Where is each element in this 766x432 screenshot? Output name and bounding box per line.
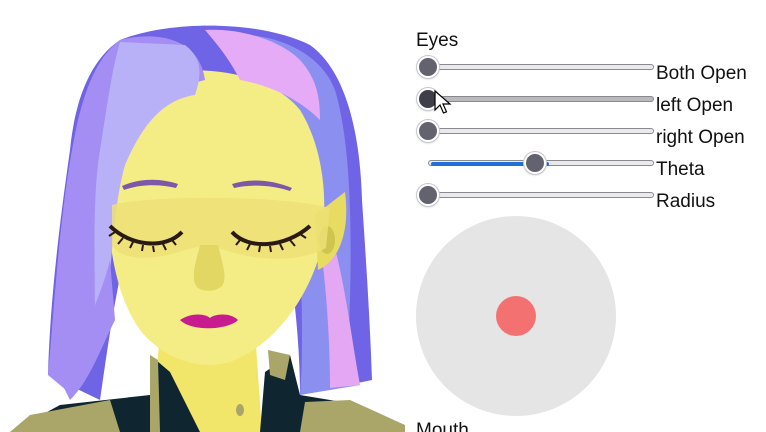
slider-radius[interactable]: Radius [414, 184, 764, 226]
slider-thumb[interactable] [417, 184, 439, 206]
mouth-section-title: Mouth [416, 420, 469, 432]
slider-thumb[interactable] [524, 152, 546, 174]
avatar-illustration [10, 25, 405, 432]
joystick-pad[interactable] [416, 216, 616, 416]
slider-both-open[interactable]: Both Open [414, 56, 764, 98]
eyes-section-title: Eyes [416, 30, 459, 51]
slider-track[interactable] [428, 96, 654, 102]
slider-track[interactable] [428, 128, 654, 134]
slider-label-right-open: right Open [656, 127, 745, 148]
joystick-knob[interactable] [496, 296, 536, 336]
slider-right-open[interactable]: right Open [414, 120, 764, 162]
slider-thumb[interactable] [417, 56, 439, 78]
slider-track[interactable] [428, 192, 654, 198]
slider-track[interactable] [428, 64, 654, 70]
slider-left-open[interactable]: left Open [414, 88, 764, 130]
slider-label-left-open: left Open [656, 95, 734, 116]
slider-label-both-open: Both Open [656, 63, 747, 84]
slider-theta[interactable]: Theta [414, 152, 764, 194]
arrow-pointer-icon [434, 90, 452, 114]
app-window: Eyes Both Open left Open right Open Thet… [0, 0, 766, 432]
slider-thumb[interactable] [417, 120, 439, 142]
slider-label-theta: Theta [656, 159, 705, 180]
slider-label-radius: Radius [656, 191, 716, 212]
